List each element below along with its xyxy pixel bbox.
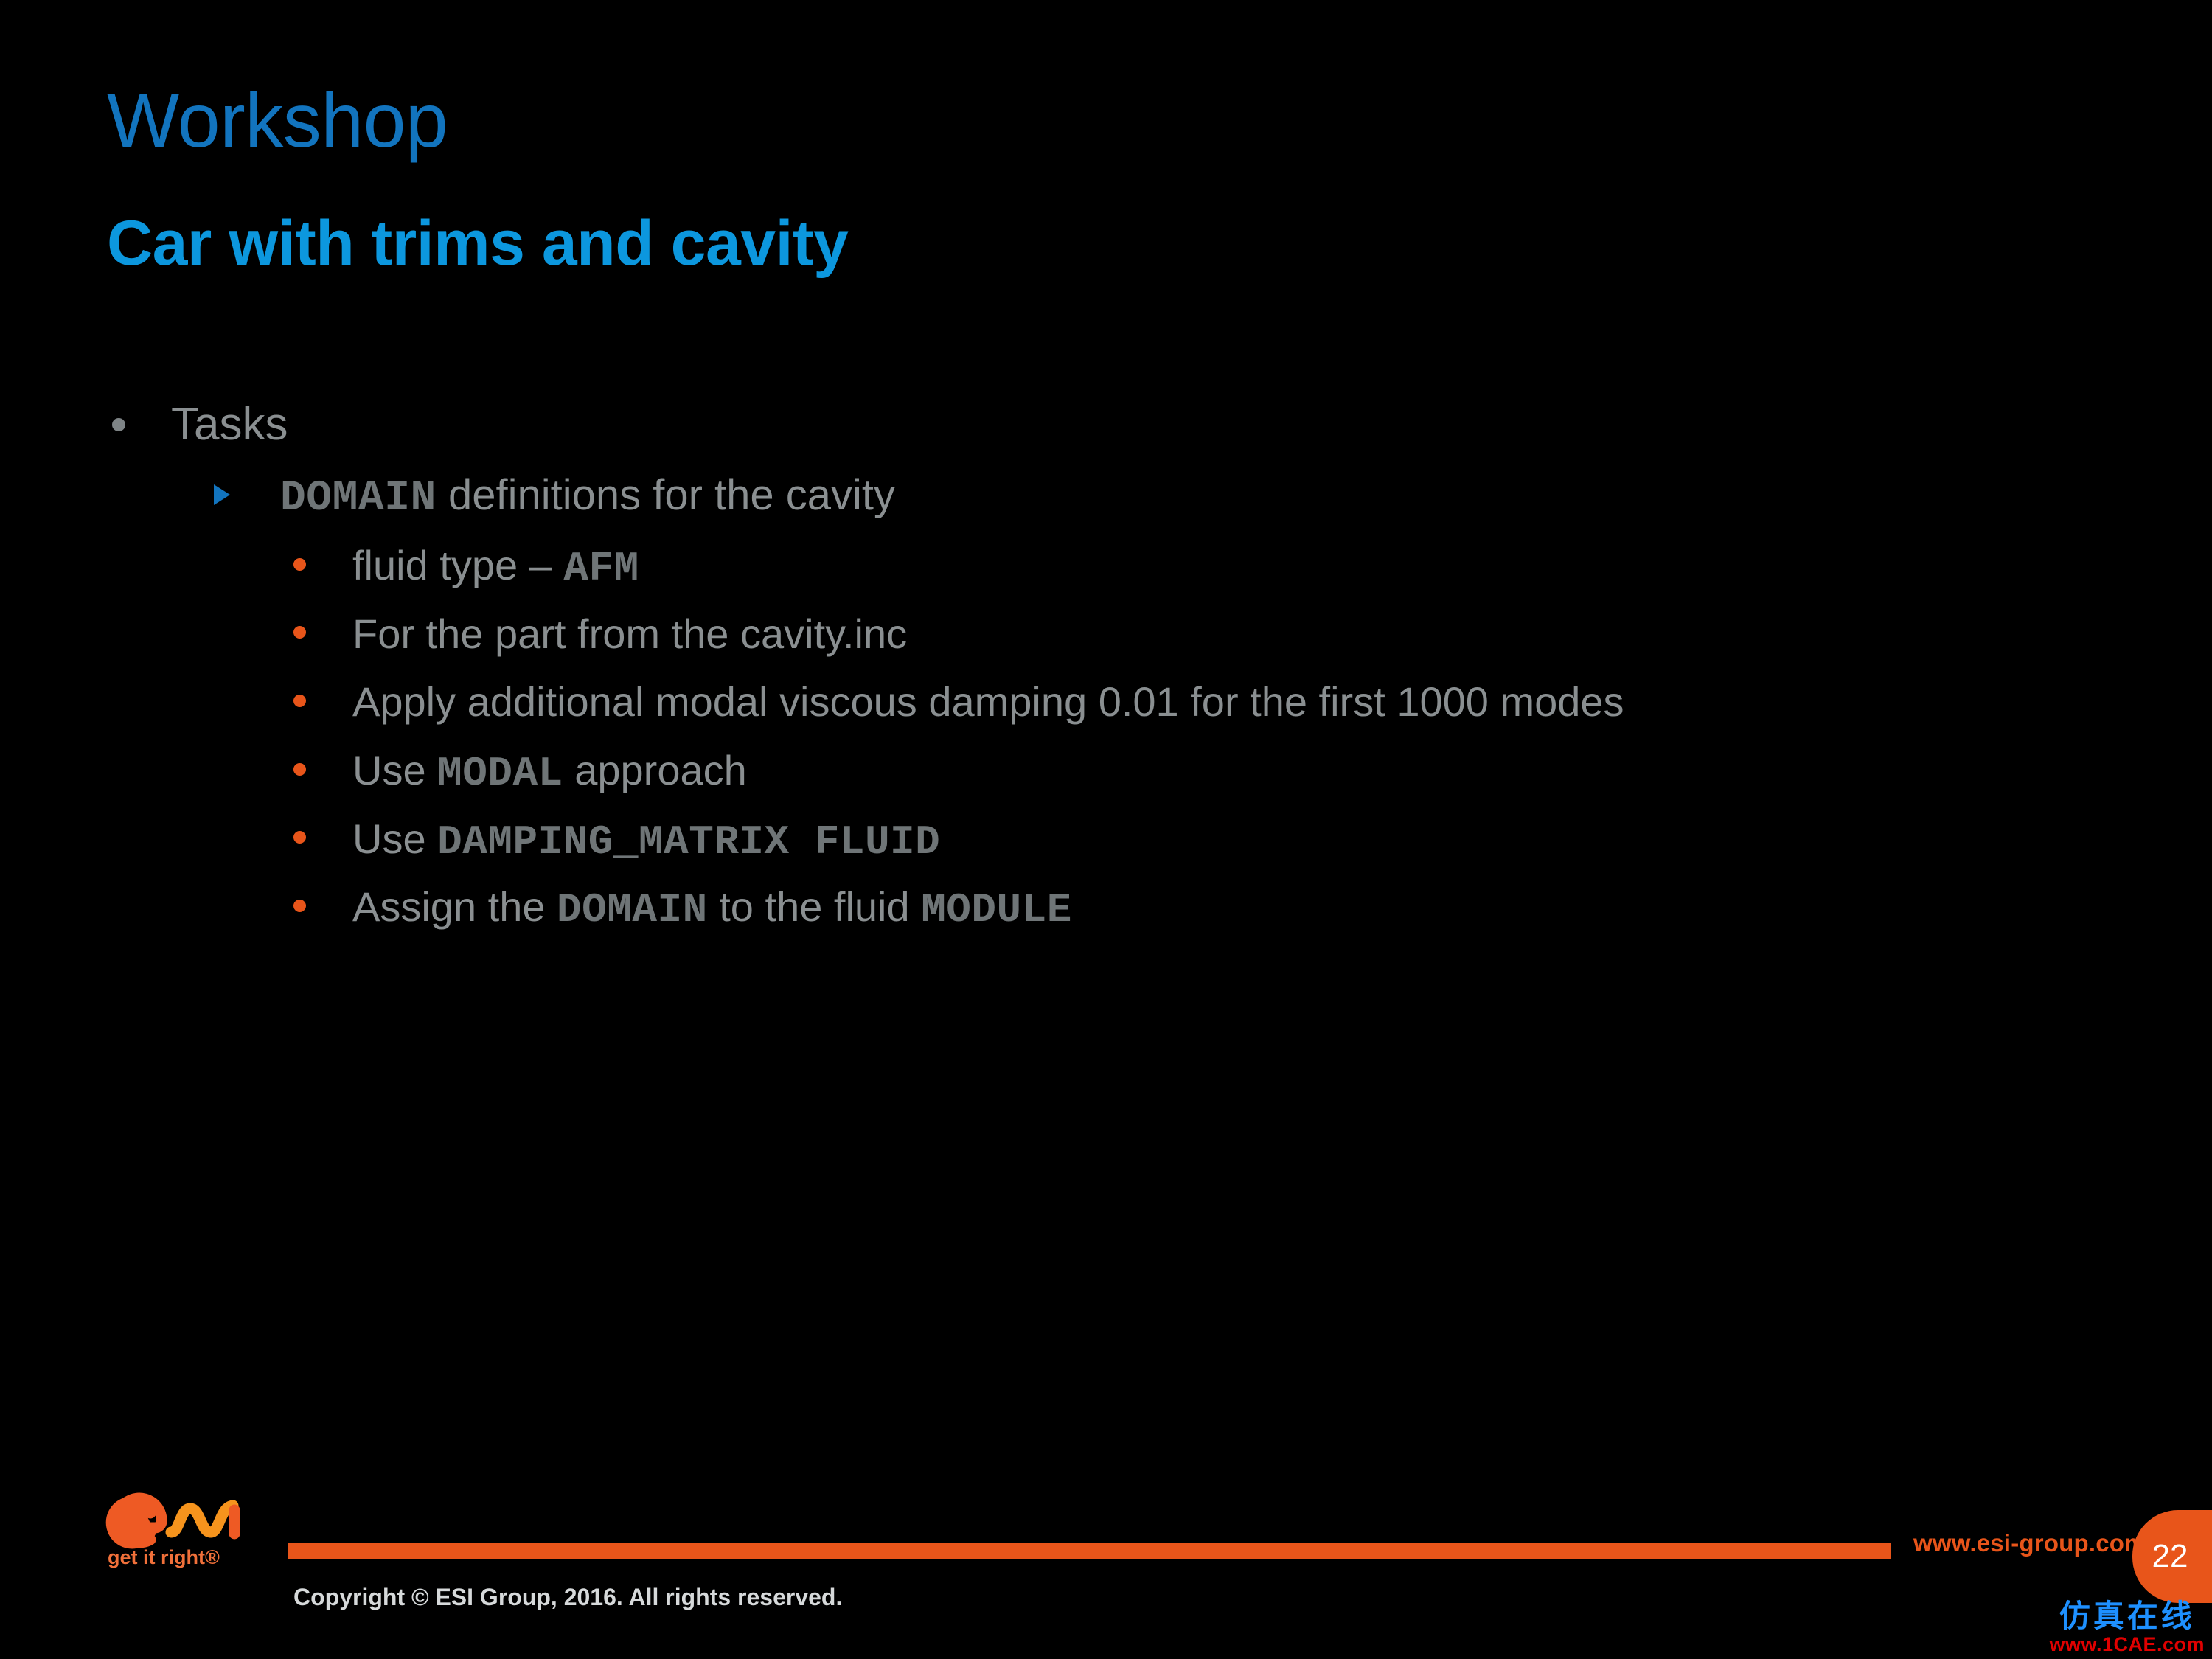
keyword-modal: MODAL	[437, 750, 563, 797]
bullet-dot-icon	[293, 695, 306, 708]
keyword-domain: DOMAIN	[280, 475, 437, 524]
bullet-dot-icon	[293, 762, 306, 776]
bullet-dot-icon	[293, 831, 306, 844]
footer-divider	[288, 1543, 1891, 1559]
list-item-level2-label: definitions for the cavity	[436, 471, 896, 520]
list-item: Assign the DOMAIN to the fluid MODULE	[0, 880, 2212, 937]
esi-logo: get it right®	[103, 1475, 273, 1574]
bullet-dot-icon	[293, 900, 306, 913]
list-item-text: fluid type –	[352, 541, 564, 588]
bullet-dot-icon	[112, 418, 125, 432]
slide-canvas: Workshop Car with trims and cavity Tasks…	[0, 0, 2212, 1659]
list-item-text: Use	[352, 747, 438, 793]
page-title: Workshop	[107, 78, 448, 164]
bullet-dot-icon	[293, 557, 306, 571]
list-item-level1: Tasks	[0, 398, 2212, 451]
list-item-text: For the part from the cavity.inc	[352, 610, 908, 657]
watermark: 仿真在线 www.1CAE.com	[2049, 1601, 2205, 1655]
list-item-text: Apply additional modal viscous damping 0…	[352, 678, 1624, 726]
list-item-text: Use	[352, 815, 438, 862]
triangle-bullet-icon	[214, 484, 230, 505]
page-subtitle: Car with trims and cavity	[107, 208, 849, 279]
keyword-module: MODULE	[921, 886, 1072, 934]
list-item-level2: DOMAIN definitions for the cavity	[0, 471, 2212, 524]
list-item-text: Assign the	[352, 883, 557, 931]
list-item-level1-label: Tasks	[171, 399, 288, 450]
esi-logo-icon: get it right®	[105, 1492, 240, 1568]
footer-url[interactable]: www.esi-group.com	[1913, 1529, 2146, 1557]
list-item-text-mid: to the fluid	[707, 883, 922, 931]
copyright-text: Copyright © ESI Group, 2016. All rights …	[293, 1584, 843, 1610]
list-item-text-tail: approach	[563, 747, 747, 793]
watermark-site: www.1CAE.com	[2049, 1633, 2205, 1655]
list-item: Use MODAL approach	[0, 744, 2212, 801]
bullet-dot-icon	[293, 626, 306, 639]
keyword-damping-matrix-fluid: DAMPING_MATRIX FLUID	[437, 818, 941, 866]
list-item: Use DAMPING_MATRIX FLUID	[0, 813, 2212, 869]
keyword-afm: AFM	[563, 544, 639, 592]
content-body: Tasks DOMAIN definitions for the cavity …	[0, 398, 2212, 949]
watermark-chinese: 仿真在线	[2059, 1598, 2195, 1634]
list-item: fluid type – AFM	[0, 539, 2212, 596]
esi-logo-tagline: get it right®	[108, 1546, 220, 1568]
page-number-badge: 22	[2132, 1510, 2212, 1603]
list-item: Apply additional modal viscous damping 0…	[0, 675, 2212, 732]
list-item: For the part from the cavity.inc	[0, 608, 2212, 664]
keyword-domain: DOMAIN	[557, 886, 708, 934]
